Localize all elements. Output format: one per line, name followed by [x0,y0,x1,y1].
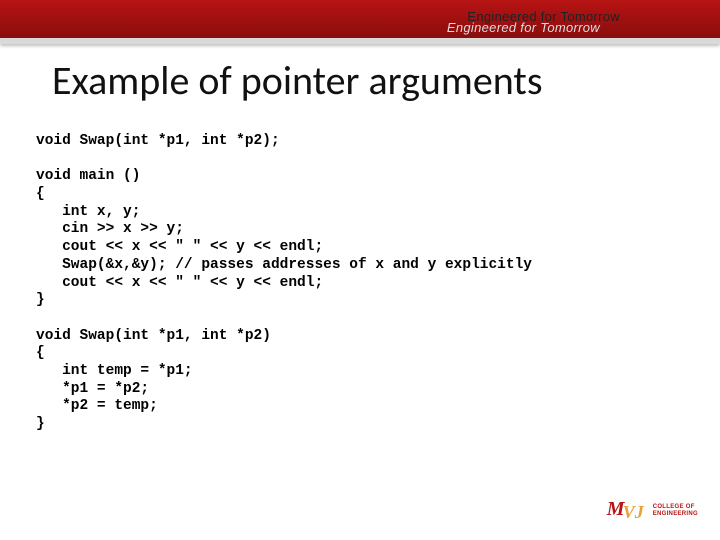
code-line: int temp = *p1; [36,363,193,379]
code-line: { [36,186,45,202]
logo-text-line: College of [653,504,698,511]
code-line: void main () [36,168,140,184]
code-line: } [36,416,45,432]
code-line: int x, y; [36,204,140,220]
logo-text-line: Engineering [653,511,698,518]
code-line: Swap(&x,&y); // passes addresses of x an… [36,257,532,273]
code-line: *p2 = temp; [36,398,158,414]
code-block: void Swap(int *p1, int *p2); void main (… [36,133,700,434]
code-line: } [36,292,45,308]
code-line: *p1 = *p2; [36,381,149,397]
footer-logo: M VJ College of Engineering [607,498,698,524]
code-line: cout << x << " " << y << endl; [36,275,323,291]
slide-title: Example of pointer arguments [52,56,720,105]
logo-mark-icon: M VJ [607,498,647,524]
code-line: void Swap(int *p1, int *p2) [36,328,271,344]
code-line: cout << x << " " << y << endl; [36,239,323,255]
logo-text: College of Engineering [653,504,698,517]
code-line: { [36,345,45,361]
tagline: Engineered for Tomorrow [467,9,620,24]
code-line: cin >> x >> y; [36,221,184,237]
code-line: void Swap(int *p1, int *p2); [36,133,280,149]
logo-letter-vj: VJ [623,502,644,523]
